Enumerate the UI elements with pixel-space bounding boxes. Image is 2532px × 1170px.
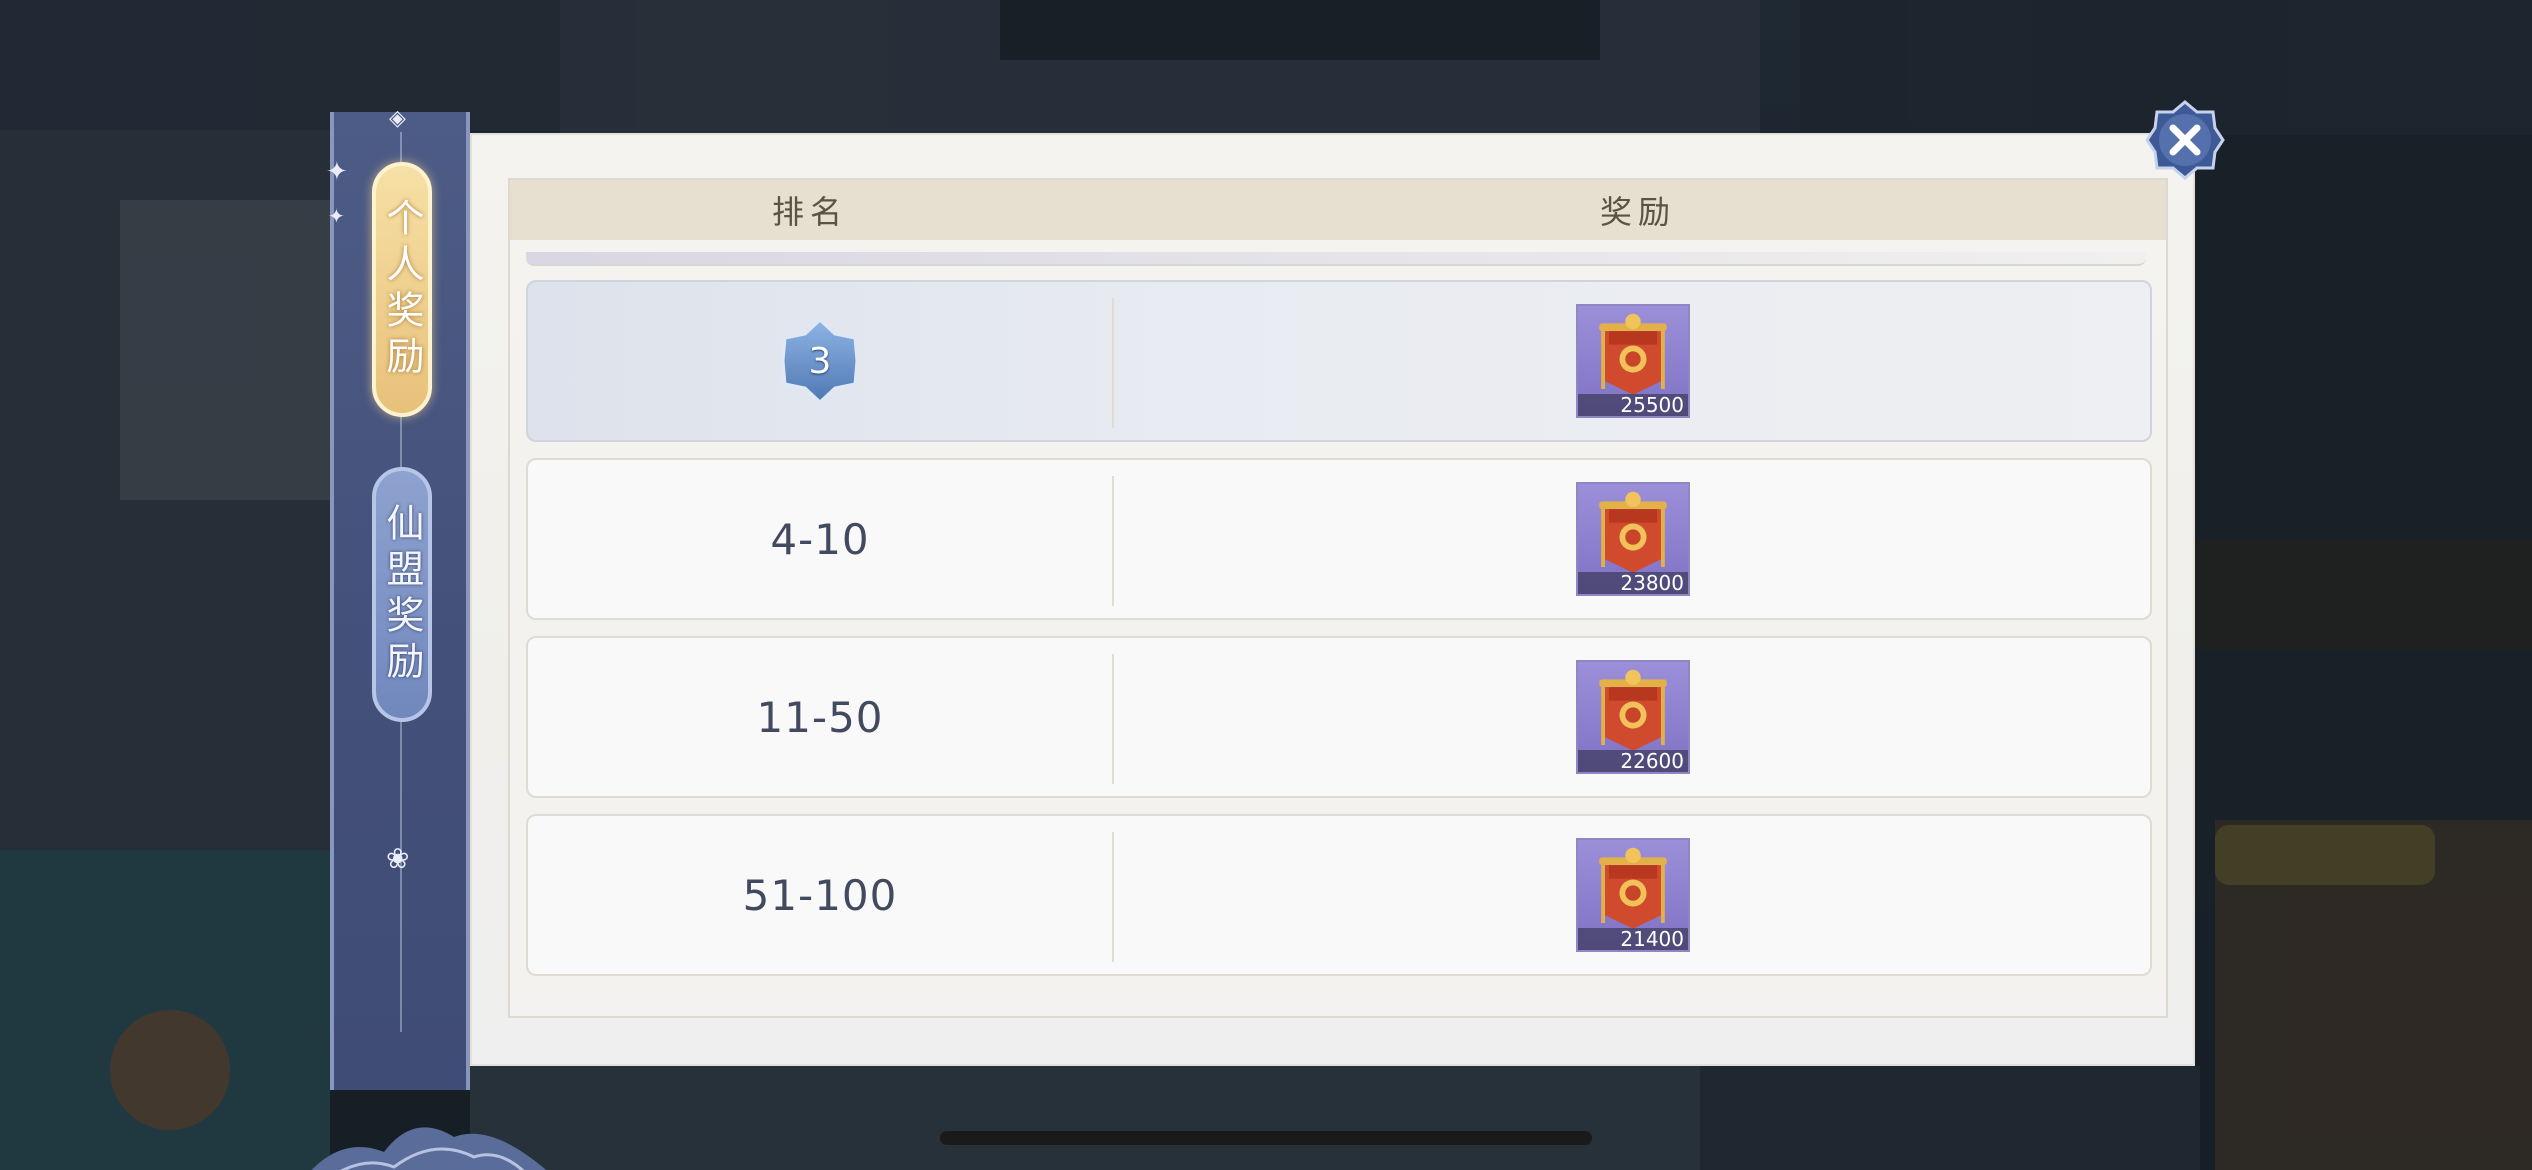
- table-header: 排名 奖励: [510, 180, 2166, 240]
- column-divider: [1112, 298, 1114, 428]
- reward-item[interactable]: 22600: [1576, 660, 1690, 774]
- header-reward: 奖励: [1599, 193, 1676, 231]
- crane-icon: ✦: [328, 204, 345, 228]
- table-row: 11-50 22600: [526, 636, 2152, 798]
- column-divider: [1112, 654, 1114, 784]
- reward-count: 21400: [1578, 928, 1688, 950]
- wave-ornament: [311, 1127, 547, 1170]
- close-button[interactable]: [2145, 100, 2225, 180]
- reward-item[interactable]: 23800: [1576, 482, 1690, 596]
- diamond-ornament-icon: ◈: [389, 106, 406, 131]
- rank-range: 51-100: [742, 870, 898, 920]
- tab-rail: ◈ ✦ ✦ 个人奖励 仙盟奖励 ❀: [311, 106, 547, 1170]
- rank-range: 4-10: [770, 514, 870, 564]
- reward-count: 23800: [1578, 572, 1688, 594]
- rewards-table: 排名 奖励 3 25500 4-10 23800 11-50 22600 51-…: [508, 178, 2168, 1018]
- rank-badge: [781, 317, 859, 405]
- table-row: 4-10 23800: [526, 458, 2152, 620]
- scroll-edge: [526, 252, 2146, 266]
- header-rank: 排名: [771, 193, 848, 231]
- column-divider: [1112, 832, 1114, 962]
- table-row: 3 25500: [526, 280, 2152, 442]
- crane-icon: ✦: [326, 157, 348, 187]
- reward-item[interactable]: 25500: [1576, 304, 1690, 418]
- table-row: 51-100 21400: [526, 814, 2152, 976]
- reward-item[interactable]: 21400: [1576, 838, 1690, 952]
- reward-count: 22600: [1578, 750, 1688, 772]
- tab-alliance-rewards[interactable]: 仙盟奖励: [372, 467, 432, 722]
- tab-personal-rewards[interactable]: 个人奖励: [372, 162, 432, 417]
- reward-count: 25500: [1578, 394, 1688, 416]
- tab-personal-label: 个人奖励: [380, 197, 424, 382]
- lotus-icon: ❀: [386, 842, 410, 875]
- home-indicator[interactable]: [940, 1131, 1592, 1145]
- rank-range: 11-50: [756, 692, 884, 742]
- column-divider: [1112, 476, 1114, 606]
- rewards-panel: 排名 奖励 3 25500 4-10 23800 11-50 22600 51-…: [470, 133, 2195, 1066]
- tab-alliance-label: 仙盟奖励: [380, 502, 424, 687]
